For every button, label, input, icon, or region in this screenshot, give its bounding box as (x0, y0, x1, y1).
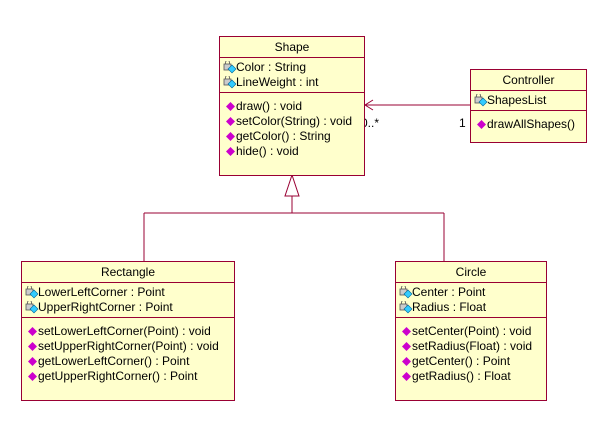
attribute-row: Color : String (220, 60, 364, 75)
class-controller-operations: drawAllShapes() (471, 111, 586, 134)
class-controller-name: Controller (471, 70, 586, 91)
operation-icon (28, 342, 37, 351)
attribute-text: ShapesList (487, 93, 547, 107)
attribute-row: LowerLeftCorner : Point (22, 285, 234, 300)
operation-row: getColor() : String (220, 129, 364, 144)
class-circle-name: Circle (396, 262, 546, 283)
operation-icon (28, 357, 37, 366)
operation-text: setCenter(Point) : void (412, 324, 532, 338)
operation-text: draw() : void (236, 99, 303, 113)
operation-icon (226, 147, 235, 156)
operation-text: setRadius(Float) : void (412, 339, 533, 353)
class-controller-attributes: ShapesList (471, 91, 586, 111)
private-attribute-icon (25, 301, 39, 314)
operation-icon (402, 327, 411, 336)
class-shape-operations: draw() : void setColor(String) : void ge… (220, 93, 364, 161)
operation-icon (28, 372, 37, 381)
operation-text: getCenter() : Point (412, 354, 511, 368)
operation-icon (402, 357, 411, 366)
operation-row: draw() : void (220, 99, 364, 114)
attribute-row: Radius : Float (396, 300, 546, 315)
operation-icon (226, 132, 235, 141)
operation-row: getCenter() : Point (396, 354, 546, 369)
attribute-text: Color : String (236, 60, 307, 74)
private-attribute-icon (399, 301, 413, 314)
attribute-row: Center : Point (396, 285, 546, 300)
operation-row: getUpperRightCorner() : Point (22, 369, 234, 384)
operation-row: getRadius() : Float (396, 369, 546, 384)
class-rectangle-name: Rectangle (22, 262, 234, 283)
attribute-text: LowerLeftCorner : Point (38, 285, 165, 299)
class-shape-name: Shape (220, 37, 364, 58)
operation-text: hide() : void (236, 144, 299, 158)
attribute-text: Center : Point (412, 285, 486, 299)
operation-text: getRadius() : Float (412, 369, 511, 383)
class-controller[interactable]: Controller ShapesList drawAllShapes() (470, 69, 587, 143)
operation-row: setRadius(Float) : void (396, 339, 546, 354)
attribute-text: UpperRightCorner : Point (38, 300, 173, 314)
class-circle-attributes: Center : Point Radius : Float (396, 283, 546, 318)
private-attribute-icon (223, 76, 237, 89)
operation-icon (28, 327, 37, 336)
operation-text: getUpperRightCorner() : Point (38, 369, 198, 383)
private-attribute-icon (25, 286, 39, 299)
class-rectangle-operations: setLowerLeftCorner(Point) : void setUppe… (22, 318, 234, 386)
association-connector (364, 99, 470, 111)
operation-icon (402, 342, 411, 351)
inheritance-arrowhead (284, 173, 300, 197)
private-attribute-icon (223, 61, 237, 74)
attribute-row: LineWeight : int (220, 75, 364, 90)
operation-text: setLowerLeftCorner(Point) : void (38, 324, 211, 338)
operation-row: setCenter(Point) : void (396, 324, 546, 339)
operation-text: setColor(String) : void (236, 114, 353, 128)
class-circle[interactable]: Circle Center : Point Radius : Float set… (395, 261, 547, 401)
operation-icon (226, 102, 235, 111)
operation-row: drawAllShapes() (471, 117, 586, 132)
class-circle-operations: setCenter(Point) : void setRadius(Float)… (396, 318, 546, 386)
operation-text: drawAllShapes() (487, 117, 576, 131)
attribute-row: ShapesList (471, 93, 586, 108)
operation-row: setUpperRightCorner(Point) : void (22, 339, 234, 354)
operation-row: setLowerLeftCorner(Point) : void (22, 324, 234, 339)
operation-row: setColor(String) : void (220, 114, 364, 129)
operation-row: getLowerLeftCorner() : Point (22, 354, 234, 369)
operation-icon (477, 120, 486, 129)
operation-text: getLowerLeftCorner() : Point (38, 354, 190, 368)
private-attribute-icon (399, 286, 413, 299)
attribute-text: LineWeight : int (236, 75, 319, 89)
operation-text: getColor() : String (236, 129, 331, 143)
attribute-text: Radius : Float (412, 300, 487, 314)
class-rectangle[interactable]: Rectangle LowerLeftCorner : Point UpperR… (21, 261, 235, 401)
operation-text: setUpperRightCorner(Point) : void (38, 339, 219, 353)
association-source-multiplicity: 1 (459, 116, 466, 130)
operation-icon (402, 372, 411, 381)
private-attribute-icon (474, 94, 488, 107)
class-rectangle-attributes: LowerLeftCorner : Point UpperRightCorner… (22, 283, 234, 318)
operation-row: hide() : void (220, 144, 364, 159)
class-shape[interactable]: Shape Color : String LineWeight : int dr… (219, 36, 365, 176)
operation-icon (226, 117, 235, 126)
generalization-connector (143, 196, 445, 261)
attribute-row: UpperRightCorner : Point (22, 300, 234, 315)
class-shape-attributes: Color : String LineWeight : int (220, 58, 364, 93)
